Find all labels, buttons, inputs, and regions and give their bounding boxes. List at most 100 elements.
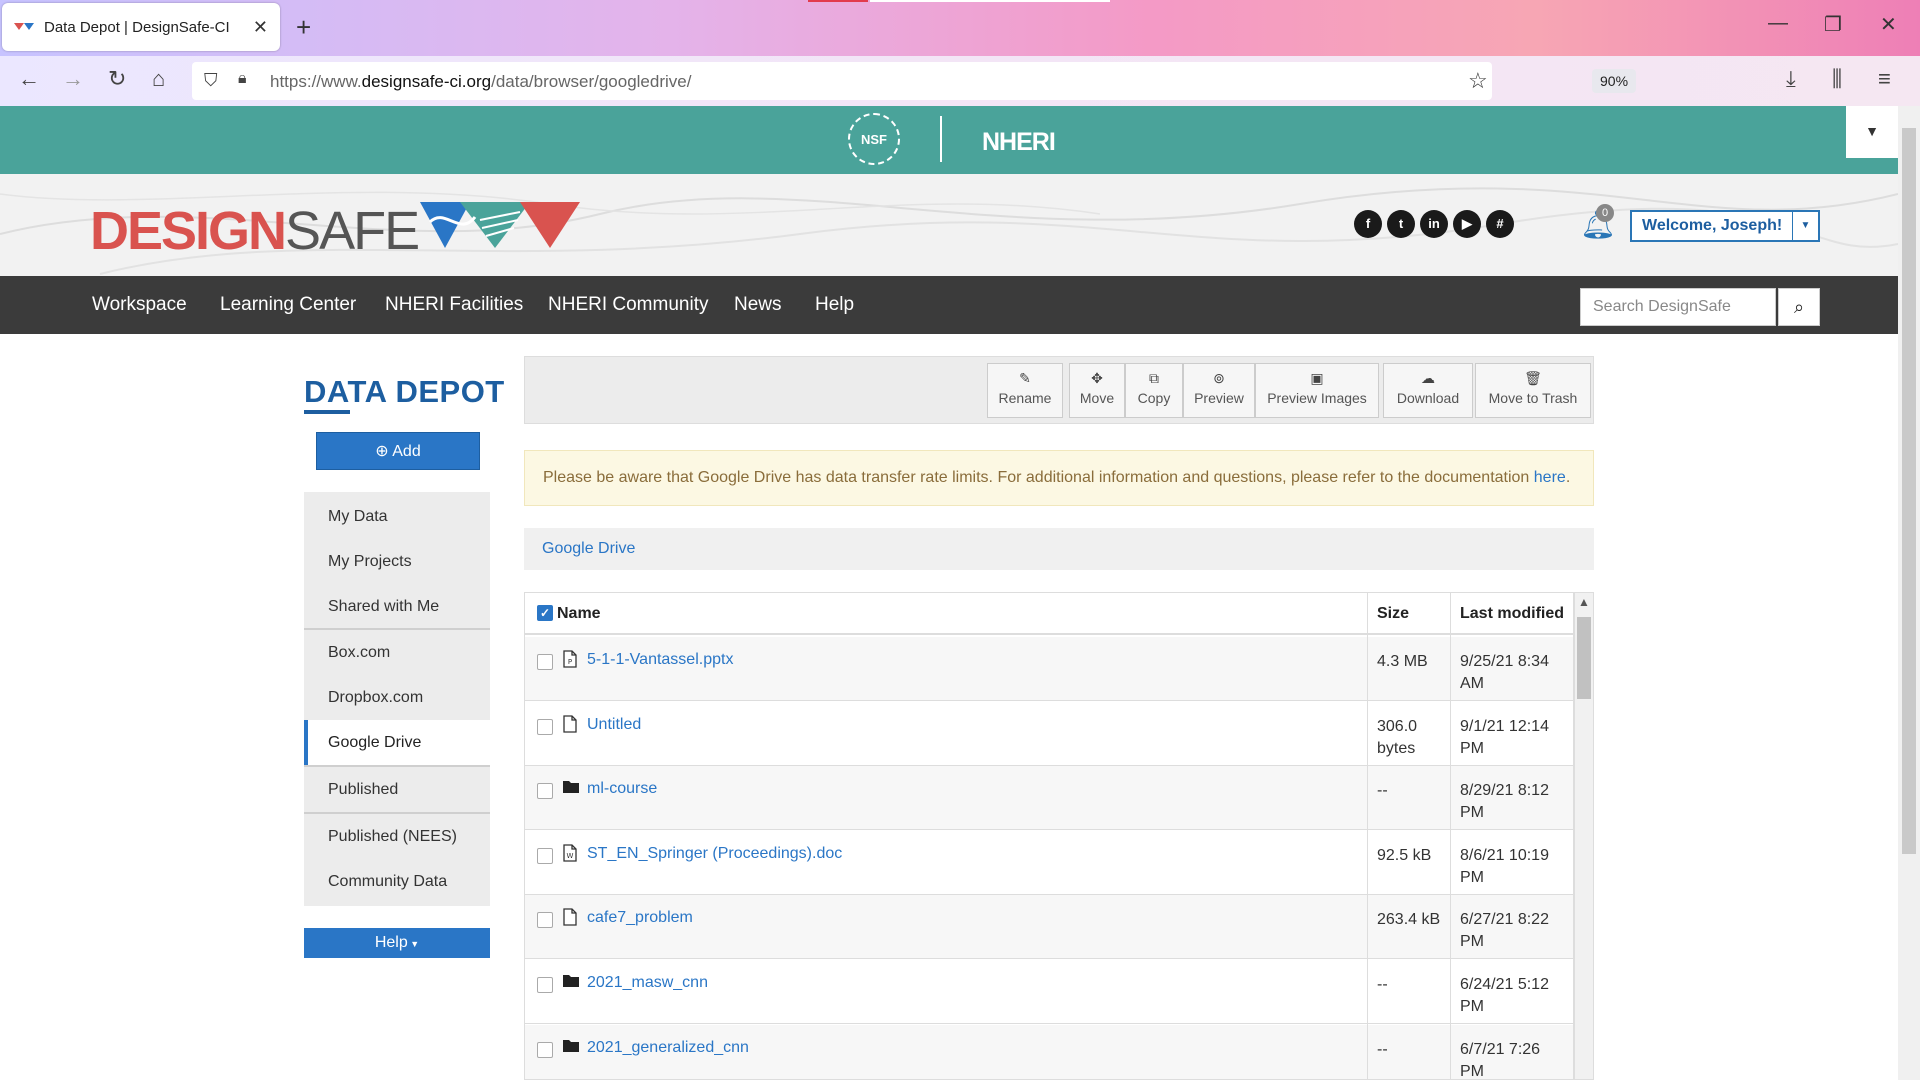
move-to-trash-label: Move to Trash [1488, 390, 1578, 406]
file-icon [563, 714, 579, 733]
shield-icon[interactable]: ⛉ [204, 70, 218, 91]
file-name-link[interactable]: 2021_generalized_cnn [587, 1039, 749, 1057]
nheri-logo[interactable]: NHERI [982, 128, 1056, 157]
header-name[interactable]: Name [557, 605, 601, 623]
rename-button[interactable]: ✎ Rename [987, 363, 1063, 418]
preview-label: Preview [1194, 390, 1244, 406]
new-tab-button[interactable]: + [296, 12, 311, 43]
sidebar-item-published[interactable]: Published [304, 767, 490, 812]
sidebar-item-published-nees[interactable]: Published (NEES) [304, 814, 490, 859]
file-name-link[interactable]: Untitled [587, 716, 641, 734]
search-input[interactable]: Search DesignSafe [1580, 288, 1776, 326]
user-menu-button[interactable]: Welcome, Joseph! ▼ [1630, 210, 1820, 242]
row-checkbox[interactable] [537, 718, 553, 735]
data-depot-sidebar: My Data My Projects Shared with Me Box.c… [304, 492, 490, 906]
forward-icon[interactable]: → [62, 66, 84, 92]
download-button[interactable]: ☁ Download [1383, 363, 1473, 418]
minimize-icon[interactable]: — [1768, 12, 1788, 35]
sidebar-item-google-drive[interactable]: Google Drive [304, 720, 490, 765]
nav-nheri-community[interactable]: NHERI Community [548, 294, 708, 316]
documentation-link[interactable]: here [1534, 469, 1566, 486]
file-name-link[interactable]: 5-1-1-Vantassel.pptx [587, 651, 733, 669]
sidebar-item-my-data[interactable]: My Data [304, 494, 490, 539]
search-button[interactable]: ⌕ [1778, 288, 1820, 326]
downloads-icon[interactable]: ⤓ [1786, 66, 1796, 92]
sidebar-item-my-projects[interactable]: My Projects [304, 539, 490, 584]
table-row[interactable]: cafe7_problem 263.4 kB 6/27/21 8:22 PM [525, 895, 1573, 960]
help-dropdown-button[interactable]: Help ▼ [304, 928, 490, 958]
scroll-up-icon[interactable]: ▲ [1578, 595, 1590, 609]
nav-nheri-facilities[interactable]: NHERI Facilities [385, 294, 523, 316]
table-row[interactable]: P 5-1-1-Vantassel.pptx 4.3 MB 9/25/21 8:34 A… [525, 637, 1573, 701]
row-checkbox[interactable] [537, 977, 553, 993]
library-icon[interactable]: ⫼ [1832, 66, 1842, 92]
restore-icon[interactable]: ❐ [1824, 12, 1842, 37]
table-row[interactable]: W ST_EN_Springer (Proceedings).doc 92.5 kB… [525, 831, 1573, 895]
select-all-checkbox[interactable]: ✓ [537, 605, 553, 621]
sidebar-item-box[interactable]: Box.com [304, 630, 490, 675]
page-title: DATA DEPOT [304, 374, 505, 409]
zoom-level[interactable]: 90% [1592, 69, 1637, 93]
table-row[interactable]: 2021_masw_cnn -- 6/24/21 5:12 PM [525, 960, 1573, 1024]
row-checkbox[interactable] [537, 847, 553, 864]
address-bar[interactable]: ⛉ 🔒︎ https://www.designsafe-ci.org/data/… [192, 62, 1637, 100]
designsafe-logo[interactable]: DESIGNSAFE [90, 200, 420, 262]
sidebar-item-shared-with-me[interactable]: Shared with Me [304, 584, 490, 629]
move-button[interactable]: ✥ Move [1069, 363, 1125, 418]
file-name-link[interactable]: 2021_masw_cnn [587, 974, 708, 992]
nav-learning-center[interactable]: Learning Center [220, 294, 356, 316]
file-name-link[interactable]: ml-course [587, 780, 657, 798]
sidebar-item-community-data[interactable]: Community Data [304, 859, 490, 904]
svg-text:W: W [567, 852, 574, 860]
nheri-banner: NSF NHERI [0, 106, 1898, 174]
close-tab-icon[interactable]: ✕ [253, 17, 268, 38]
nav-news[interactable]: News [734, 294, 782, 316]
reload-icon[interactable]: ↻ [108, 66, 126, 92]
table-row[interactable]: ml-course -- 8/29/21 8:12 PM [525, 766, 1573, 831]
pencil-icon: ✎ [1019, 370, 1031, 386]
main-nav: Workspace Learning Center NHERI Faciliti… [0, 276, 1898, 334]
column-divider [1450, 593, 1451, 1079]
add-button[interactable]: ⊕ Add [316, 432, 480, 470]
move-to-trash-button[interactable]: 🗑︎ Move to Trash [1475, 363, 1591, 418]
nsf-logo[interactable]: NSF [848, 113, 900, 165]
lock-icon[interactable]: 🔒︎ [238, 70, 247, 88]
copy-button[interactable]: ⧉ Copy [1125, 363, 1183, 418]
twitter-icon[interactable]: t [1387, 210, 1415, 238]
table-scrollbar[interactable]: ▲ [1574, 592, 1594, 1080]
nav-workspace[interactable]: Workspace [92, 294, 187, 316]
page-scrollbar[interactable] [1898, 106, 1920, 1080]
menu-icon[interactable]: ≡ [1878, 66, 1891, 92]
file-name-link[interactable]: cafe7_problem [587, 909, 693, 927]
youtube-icon[interactable]: ▶ [1453, 210, 1481, 238]
move-label: Move [1079, 390, 1115, 406]
breadcrumb-google-drive[interactable]: Google Drive [542, 540, 635, 557]
home-icon[interactable]: ⌂ [152, 66, 165, 92]
row-checkbox[interactable] [537, 783, 553, 800]
slack-icon[interactable]: # [1486, 210, 1514, 238]
preview-images-button[interactable]: ▣ Preview Images [1255, 363, 1379, 418]
table-row[interactable]: Untitled 306.0 bytes 9/1/21 12:14 PM [525, 702, 1573, 766]
browser-tab[interactable]: Data Depot | DesignSafe-CI ✕ [2, 3, 280, 51]
row-checkbox[interactable] [537, 912, 553, 929]
header-last-modified[interactable]: Last modified [1460, 605, 1564, 623]
table-row[interactable]: 2021_generalized_cnn -- 6/7/21 7:26 PM [525, 1024, 1573, 1079]
row-checkbox[interactable] [537, 1041, 553, 1058]
header-size[interactable]: Size [1377, 605, 1409, 623]
caret-down-icon[interactable]: ▼ [1792, 212, 1818, 240]
binoculars-icon: ⊚ [1213, 370, 1225, 386]
back-icon[interactable]: ← [18, 66, 40, 92]
nav-help[interactable]: Help [815, 294, 854, 316]
file-name-link[interactable]: ST_EN_Springer (Proceedings).doc [587, 845, 842, 863]
preview-button[interactable]: ⊚ Preview [1183, 363, 1255, 418]
nheri-dropdown-toggle[interactable]: ▼ [1846, 106, 1898, 158]
page-scrollbar-thumb[interactable] [1902, 128, 1916, 854]
sidebar-item-dropbox[interactable]: Dropbox.com [304, 675, 490, 720]
linkedin-icon[interactable]: in [1420, 210, 1448, 238]
scrollbar-thumb[interactable] [1577, 617, 1591, 699]
close-window-icon[interactable]: ✕ [1880, 12, 1897, 37]
row-checkbox[interactable] [537, 654, 553, 670]
bookmark-star-icon[interactable]: ☆ [1468, 68, 1488, 94]
facebook-icon[interactable]: f [1354, 210, 1382, 238]
file-last-modified: 8/6/21 10:19 PM [1460, 846, 1549, 886]
